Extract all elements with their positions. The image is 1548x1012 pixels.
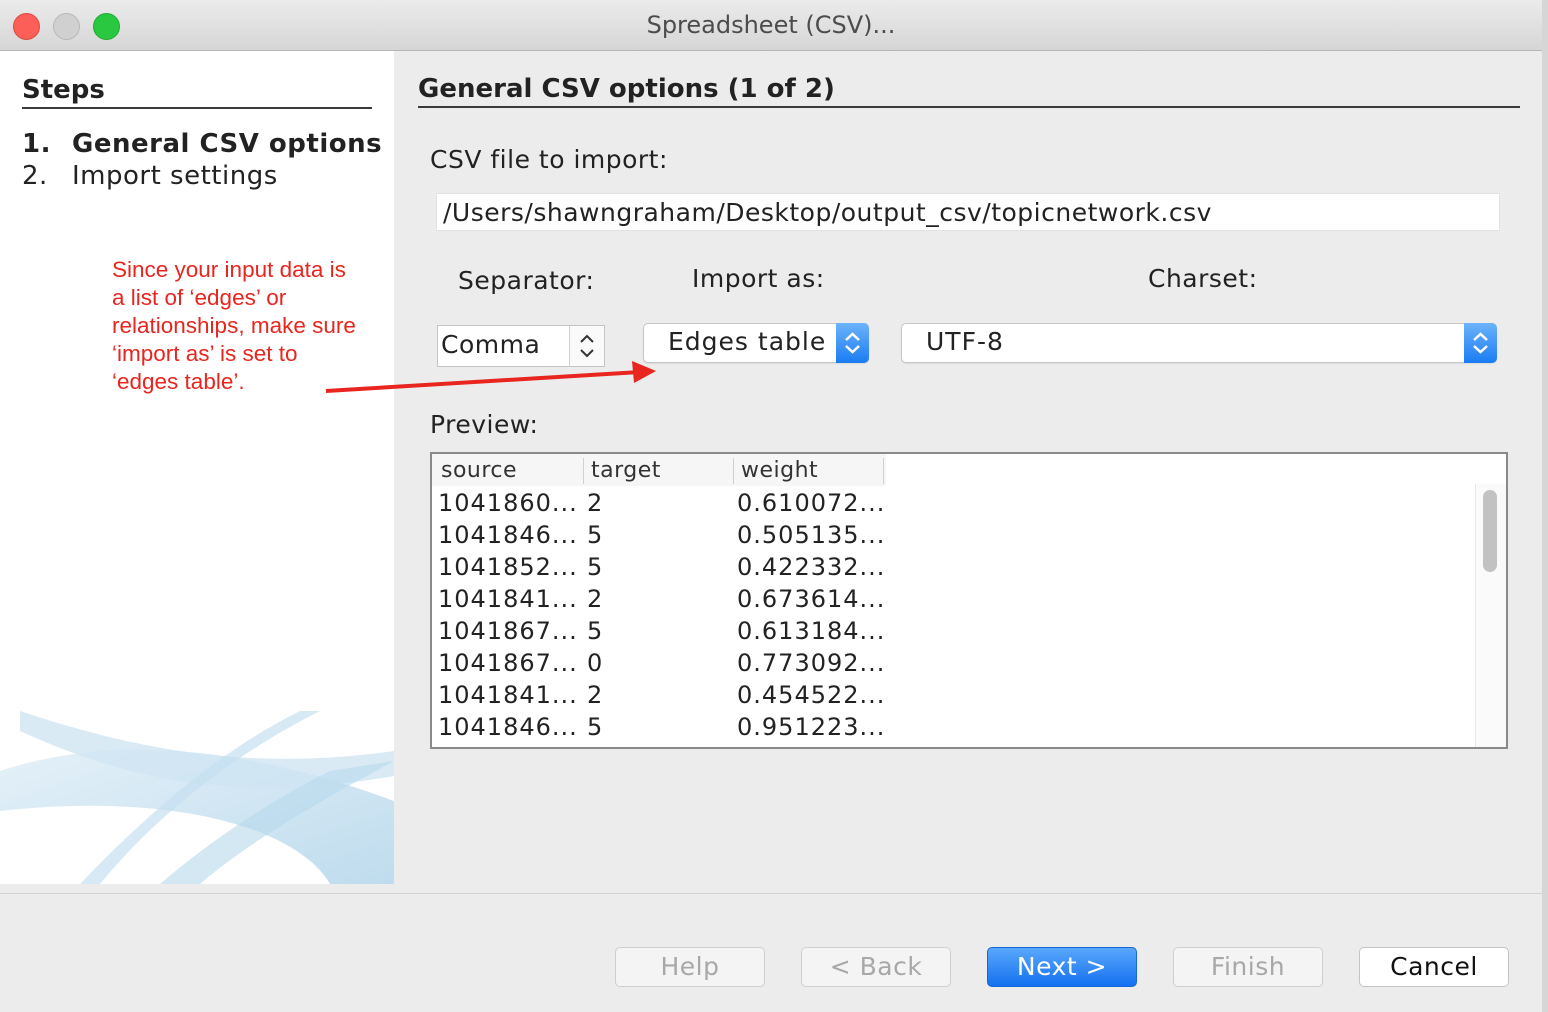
cancel-button[interactable]: Cancel bbox=[1359, 947, 1509, 987]
charset-value: UTF-8 bbox=[926, 327, 1004, 356]
step-general-csv-options: 1. General CSV options bbox=[22, 129, 382, 159]
cell-source: 1041841... bbox=[438, 681, 578, 709]
cell-target: 5 bbox=[587, 713, 604, 741]
button-bar-divider bbox=[0, 893, 1542, 894]
cell-source: 1041852... bbox=[438, 553, 578, 581]
steps-panel: Steps 1. General CSV options 2. Import set… bbox=[0, 51, 394, 884]
cell-target: 0 bbox=[587, 649, 604, 677]
back-button[interactable]: < Back bbox=[801, 947, 951, 987]
cell-weight: 0.951223... bbox=[737, 713, 886, 741]
cell-source: 1041846... bbox=[438, 521, 578, 549]
column-header-source[interactable]: source bbox=[441, 458, 517, 483]
cell-weight: 0.613184... bbox=[737, 617, 886, 645]
cell-source: 1041841... bbox=[438, 585, 578, 613]
cell-weight: 0.673614... bbox=[737, 585, 886, 613]
finish-button[interactable]: Finish bbox=[1173, 947, 1323, 987]
cell-weight: 0.773092... bbox=[737, 649, 886, 677]
cell-weight: 0.454522... bbox=[737, 681, 886, 709]
cell-weight: 0.422332... bbox=[737, 553, 886, 581]
table-row[interactable]: 1041860... 2 0.610072... bbox=[432, 489, 892, 521]
cell-weight: 0.610072... bbox=[737, 489, 886, 517]
step-label: Import settings bbox=[72, 161, 278, 191]
window-title: Spreadsheet (CSV)... bbox=[646, 11, 896, 39]
decorative-swoosh-graphic bbox=[0, 711, 394, 884]
vertical-scrollbar[interactable] bbox=[1475, 484, 1506, 747]
step-number: 2. bbox=[22, 161, 48, 191]
step-number: 1. bbox=[22, 129, 51, 159]
cell-source: 1041867... bbox=[438, 617, 578, 645]
select-chevron-icon bbox=[1464, 323, 1497, 363]
cell-target: 5 bbox=[587, 617, 604, 645]
cell-target: 2 bbox=[587, 489, 604, 517]
background-window-edge bbox=[1542, 0, 1548, 1012]
next-button[interactable]: Next > bbox=[987, 947, 1137, 987]
cell-source: 1041867... bbox=[438, 649, 578, 677]
step-label: General CSV options bbox=[72, 129, 383, 159]
import-as-label: Import as: bbox=[692, 264, 825, 293]
up-down-arrows-icon[interactable] bbox=[569, 326, 604, 366]
csv-file-path-field[interactable]: /Users/shawngraham/Desktop/output_csv/to… bbox=[436, 193, 1500, 231]
step-import-settings: 2. Import settings bbox=[22, 161, 278, 191]
charset-label: Charset: bbox=[1148, 264, 1258, 293]
column-divider[interactable] bbox=[883, 458, 884, 484]
cell-source: 1041846... bbox=[438, 713, 578, 741]
table-row[interactable]: 1041841... 2 0.673614... bbox=[432, 585, 892, 617]
steps-heading: Steps bbox=[22, 75, 372, 109]
column-header-target[interactable]: target bbox=[591, 458, 661, 483]
table-row[interactable]: 1041852... 5 0.422332... bbox=[432, 553, 892, 585]
column-divider[interactable] bbox=[583, 458, 584, 484]
scrollbar-thumb[interactable] bbox=[1483, 490, 1497, 572]
preview-label: Preview: bbox=[430, 410, 539, 439]
table-row[interactable]: 1041841... 2 0.454522... bbox=[432, 681, 892, 713]
import-as-value: Edges table bbox=[668, 327, 827, 356]
cell-source: 1041860... bbox=[438, 489, 578, 517]
separator-value: Comma bbox=[441, 330, 541, 359]
table-row[interactable]: 1041846... 5 0.951223... bbox=[432, 713, 892, 745]
table-row[interactable]: 1041867... 5 0.613184... bbox=[432, 617, 892, 649]
import-dialog: Spreadsheet (CSV)... Steps 1. General CSV… bbox=[0, 0, 1542, 1012]
cell-target: 2 bbox=[587, 681, 604, 709]
charset-select[interactable]: UTF-8 bbox=[901, 323, 1497, 363]
column-header-weight[interactable]: weight bbox=[741, 458, 818, 483]
import-as-select[interactable]: Edges table bbox=[643, 323, 869, 363]
cell-target: 2 bbox=[587, 585, 604, 613]
select-chevron-icon bbox=[836, 323, 869, 363]
table-row[interactable]: 1041846... 5 0.505135... bbox=[432, 521, 892, 553]
separator-label: Separator: bbox=[458, 266, 595, 295]
help-button[interactable]: Help bbox=[615, 947, 765, 987]
table-header: source target weight bbox=[432, 454, 886, 486]
title-bar: Spreadsheet (CSV)... bbox=[0, 0, 1542, 51]
preview-table[interactable]: source target weight 1041860... 2 0.6100… bbox=[430, 452, 1508, 749]
cell-target: 5 bbox=[587, 521, 604, 549]
cell-target: 5 bbox=[587, 553, 604, 581]
column-divider[interactable] bbox=[733, 458, 734, 484]
cell-weight: 0.505135... bbox=[737, 521, 886, 549]
csv-file-label: CSV file to import: bbox=[430, 145, 668, 174]
table-row[interactable]: 1041867... 0 0.773092... bbox=[432, 649, 892, 681]
page-title: General CSV options (1 of 2) bbox=[418, 74, 1520, 108]
separator-combo[interactable]: Comma bbox=[437, 325, 605, 367]
